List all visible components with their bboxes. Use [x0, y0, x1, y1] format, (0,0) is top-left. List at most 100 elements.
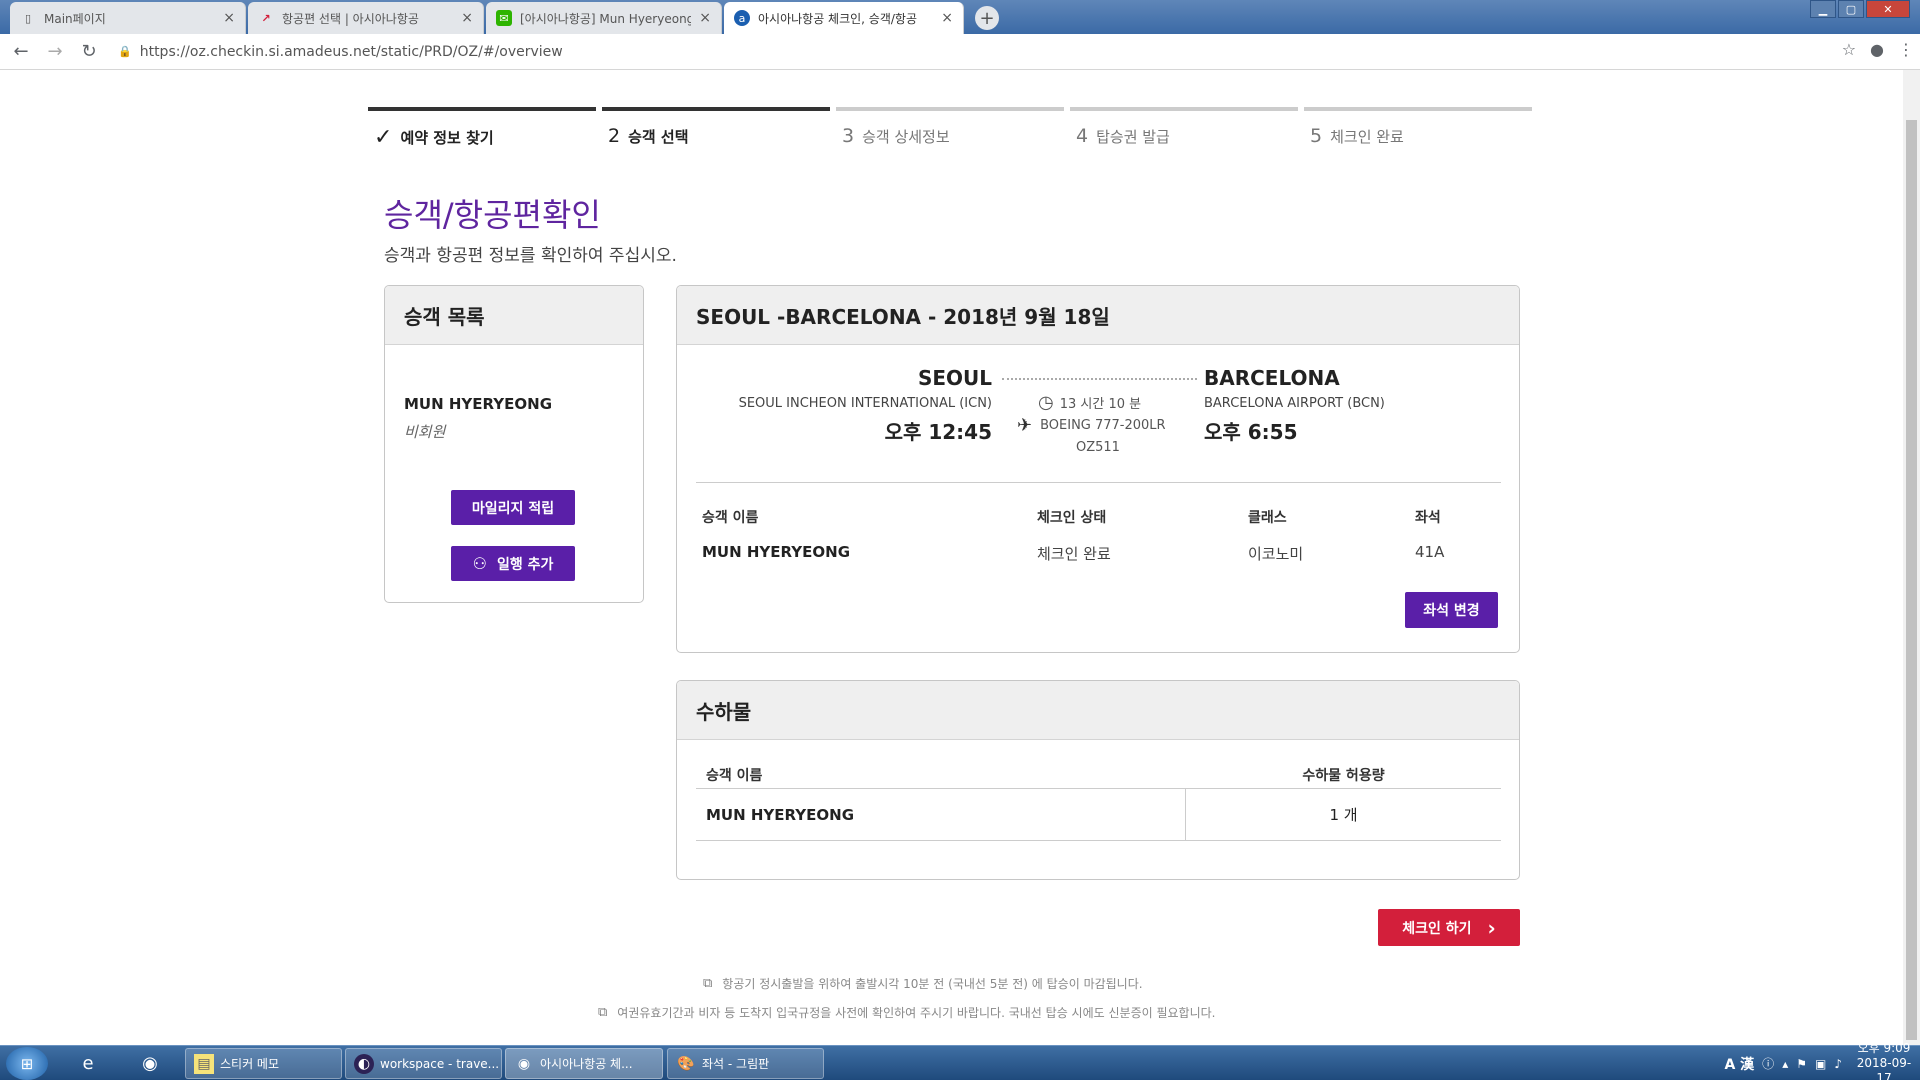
- browser-tab-flight-select[interactable]: ↗ 항공편 선택 | 아시아나항공 ×: [248, 2, 484, 34]
- row-passenger-name: MUN HYERYEONG: [702, 543, 851, 561]
- step-label: 탑승권 발급: [1096, 127, 1170, 146]
- clock-icon: ◷: [1038, 392, 1054, 413]
- passenger-name: MUN HYERYEONG: [404, 395, 553, 413]
- clock-time: 오후 9:09: [1857, 1041, 1911, 1055]
- system-tray: A 漢 ⓘ ▴ ⚑ ▣ ♪ 오후 9:09 2018-09-17: [1716, 1041, 1914, 1085]
- notice-passport-visa: ⧉ 여권유효기간과 비자 등 도착지 입국규정을 사전에 확인하여 주시기 바랍…: [598, 1004, 1215, 1021]
- step-bar: [368, 107, 596, 111]
- taskbar-label: 스티커 메모: [220, 1057, 280, 1071]
- vertical-scrollbar[interactable]: [1903, 70, 1920, 1045]
- external-link-icon[interactable]: ⧉: [598, 1005, 607, 1020]
- step-label: 체크인 완료: [1330, 127, 1404, 146]
- reload-icon[interactable]: ↻: [76, 39, 102, 65]
- minimize-button[interactable]: ▁: [1810, 0, 1836, 18]
- flight-panel: SEOUL -BARCELONA - 2018년 9월 18일 SEOUL SE…: [676, 285, 1520, 653]
- baggage-table: 승객 이름 수하물 허용량 MUN HYERYEONG 1 개: [696, 761, 1501, 841]
- taskbar-eclipse[interactable]: ◐ workspace - trave...: [345, 1048, 502, 1079]
- step-select-passenger: 2 승객 선택: [602, 107, 836, 150]
- tab-label: 항공편 선택 | 아시아나항공: [282, 11, 419, 26]
- address-field[interactable]: 🔒 https://oz.checkin.si.amadeus.net/stat…: [118, 44, 563, 60]
- scrollbar-thumb[interactable]: [1906, 120, 1917, 1040]
- lock-icon: 🔒: [118, 45, 132, 58]
- close-window-button[interactable]: ✕: [1866, 0, 1910, 18]
- tab-close-icon[interactable]: ×: [941, 10, 953, 26]
- windows-taskbar: ⊞ e ◉ ▤ 스티커 메모 ◐ workspace - trave... ◉ …: [0, 1041, 1920, 1085]
- browser-tab-main[interactable]: ▯ Main페이지 ×: [10, 2, 246, 34]
- add-companion-button[interactable]: ⚇ 일행 추가: [451, 546, 575, 581]
- mileage-button[interactable]: 마일리지 적립: [451, 490, 575, 525]
- external-link-icon[interactable]: ⧉: [703, 976, 712, 991]
- step-label: 승객 선택: [628, 127, 689, 146]
- menu-kebab-icon[interactable]: ⋮: [1898, 40, 1914, 59]
- tab-label: [아시아나항공] Mun Hyeryeong: [520, 11, 692, 26]
- table-header-row: 승객 이름 수하물 허용량: [696, 761, 1501, 789]
- route-dotted-line: [1002, 378, 1197, 380]
- volume-icon[interactable]: ♪: [1834, 1057, 1842, 1071]
- forward-arrow-icon[interactable]: →: [42, 39, 68, 65]
- taskbar-label: workspace - trave...: [380, 1056, 500, 1071]
- start-button[interactable]: ⊞: [6, 1047, 48, 1080]
- taskbar-chrome-window[interactable]: ◉ 아시아나항공 체...: [505, 1048, 663, 1079]
- asiana-logo-icon: ↗: [261, 11, 271, 25]
- change-seat-button[interactable]: 좌석 변경: [1405, 592, 1498, 628]
- col-header-name: 승객 이름: [702, 510, 759, 526]
- col-header-seat: 좌석: [1415, 510, 1441, 526]
- new-tab-button[interactable]: +: [975, 6, 999, 30]
- flag-icon[interactable]: ⚑: [1796, 1057, 1807, 1071]
- panel-header: 승객 목록: [385, 286, 643, 345]
- tab-close-icon[interactable]: ×: [461, 10, 473, 26]
- chrome-icon[interactable]: ◉: [130, 1049, 170, 1078]
- taskbar-label: 아시아나항공 체...: [540, 1057, 633, 1071]
- destination-city: BARCELONA: [1204, 366, 1340, 390]
- notice-boarding-deadline: ⧉ 항공기 정시출발을 위하여 출발시각 10분 전 (국내선 5분 전) 에 …: [703, 975, 1143, 992]
- taskbar-sticky-notes[interactable]: ▤ 스티커 메모: [185, 1048, 342, 1079]
- maximize-button[interactable]: ▢: [1838, 0, 1864, 18]
- step-number: 2: [608, 125, 621, 147]
- bookmark-star-icon[interactable]: ☆: [1842, 40, 1856, 59]
- passenger-list-panel: 승객 목록 MUN HYERYEONG 비회원 마일리지 적립 ⚇ 일행 추가: [384, 285, 644, 603]
- taskbar-label: 좌석 - 그림판: [702, 1057, 770, 1071]
- tab-close-icon[interactable]: ×: [223, 10, 235, 26]
- profile-icon[interactable]: ●: [1870, 40, 1884, 59]
- back-arrow-icon[interactable]: ←: [8, 39, 34, 65]
- baggage-header: 수하물: [677, 681, 1519, 740]
- button-label: 좌석 변경: [1423, 603, 1480, 619]
- checkin-button[interactable]: 체크인 하기 ›: [1378, 909, 1520, 946]
- page-icon: ▯: [24, 11, 32, 25]
- row-checkin-status: 체크인 완료: [1037, 545, 1111, 563]
- mail-icon: ✉: [496, 10, 512, 26]
- network-icon[interactable]: ▣: [1815, 1057, 1826, 1071]
- duration: ◷ 13 시간 10 분: [1038, 392, 1141, 413]
- membership-status: 비회원: [404, 423, 446, 441]
- baggage-panel: 수하물 승객 이름 수하물 허용량 MUN HYERYEONG 1 개: [676, 680, 1520, 880]
- aircraft: ✈ BOEING 777-200LR: [1017, 415, 1166, 436]
- browser-tab-checkin[interactable]: a 아시아나항공 체크인, 승객/항공 ×: [724, 2, 964, 34]
- step-number: 3: [842, 125, 855, 147]
- window-controls: ▁ ▢ ✕: [1808, 0, 1910, 18]
- col-header-class: 클래스: [1248, 510, 1287, 526]
- destination-airport: BARCELONA AIRPORT (BCN): [1204, 396, 1385, 411]
- ime-indicator[interactable]: A 漢: [1724, 1054, 1754, 1074]
- flight-header: SEOUL -BARCELONA - 2018년 9월 18일: [677, 286, 1519, 345]
- step-number: 5: [1310, 125, 1323, 147]
- button-label: 체크인 하기: [1402, 920, 1472, 937]
- airplane-icon: ✈: [1017, 415, 1033, 436]
- row-passenger-name: MUN HYERYEONG: [696, 789, 1186, 840]
- taskbar-paint[interactable]: 🎨 좌석 - 그림판: [667, 1048, 824, 1079]
- origin-city: SEOUL: [917, 366, 992, 390]
- tray-expand-icon[interactable]: ▴: [1782, 1057, 1788, 1071]
- step-passenger-details: 3 승객 상세정보: [836, 107, 1070, 150]
- browser-tab-mail[interactable]: ✉ [아시아나항공] Mun Hyeryeong ×: [486, 2, 722, 34]
- duration-text: 13 시간 10 분: [1059, 397, 1142, 412]
- page-title: 승객/항공편확인: [384, 196, 601, 234]
- button-label: 일행 추가: [496, 556, 554, 573]
- toolbar-right: ☆ ● ⋮: [1842, 40, 1914, 59]
- page-subtitle: 승객과 항공편 정보를 확인하여 주십시오.: [384, 246, 677, 266]
- internet-explorer-icon[interactable]: e: [68, 1049, 108, 1078]
- browser-toolbar: ← → ↻ 🔒 https://oz.checkin.si.amadeus.ne…: [0, 34, 1920, 70]
- tab-close-icon[interactable]: ×: [699, 10, 711, 26]
- chrome-icon: ◉: [517, 1055, 531, 1072]
- help-icon[interactable]: ⓘ: [1762, 1055, 1774, 1072]
- clock[interactable]: 오후 9:09 2018-09-17: [1854, 1041, 1914, 1086]
- step-boarding-pass: 4 탑승권 발급: [1070, 107, 1304, 150]
